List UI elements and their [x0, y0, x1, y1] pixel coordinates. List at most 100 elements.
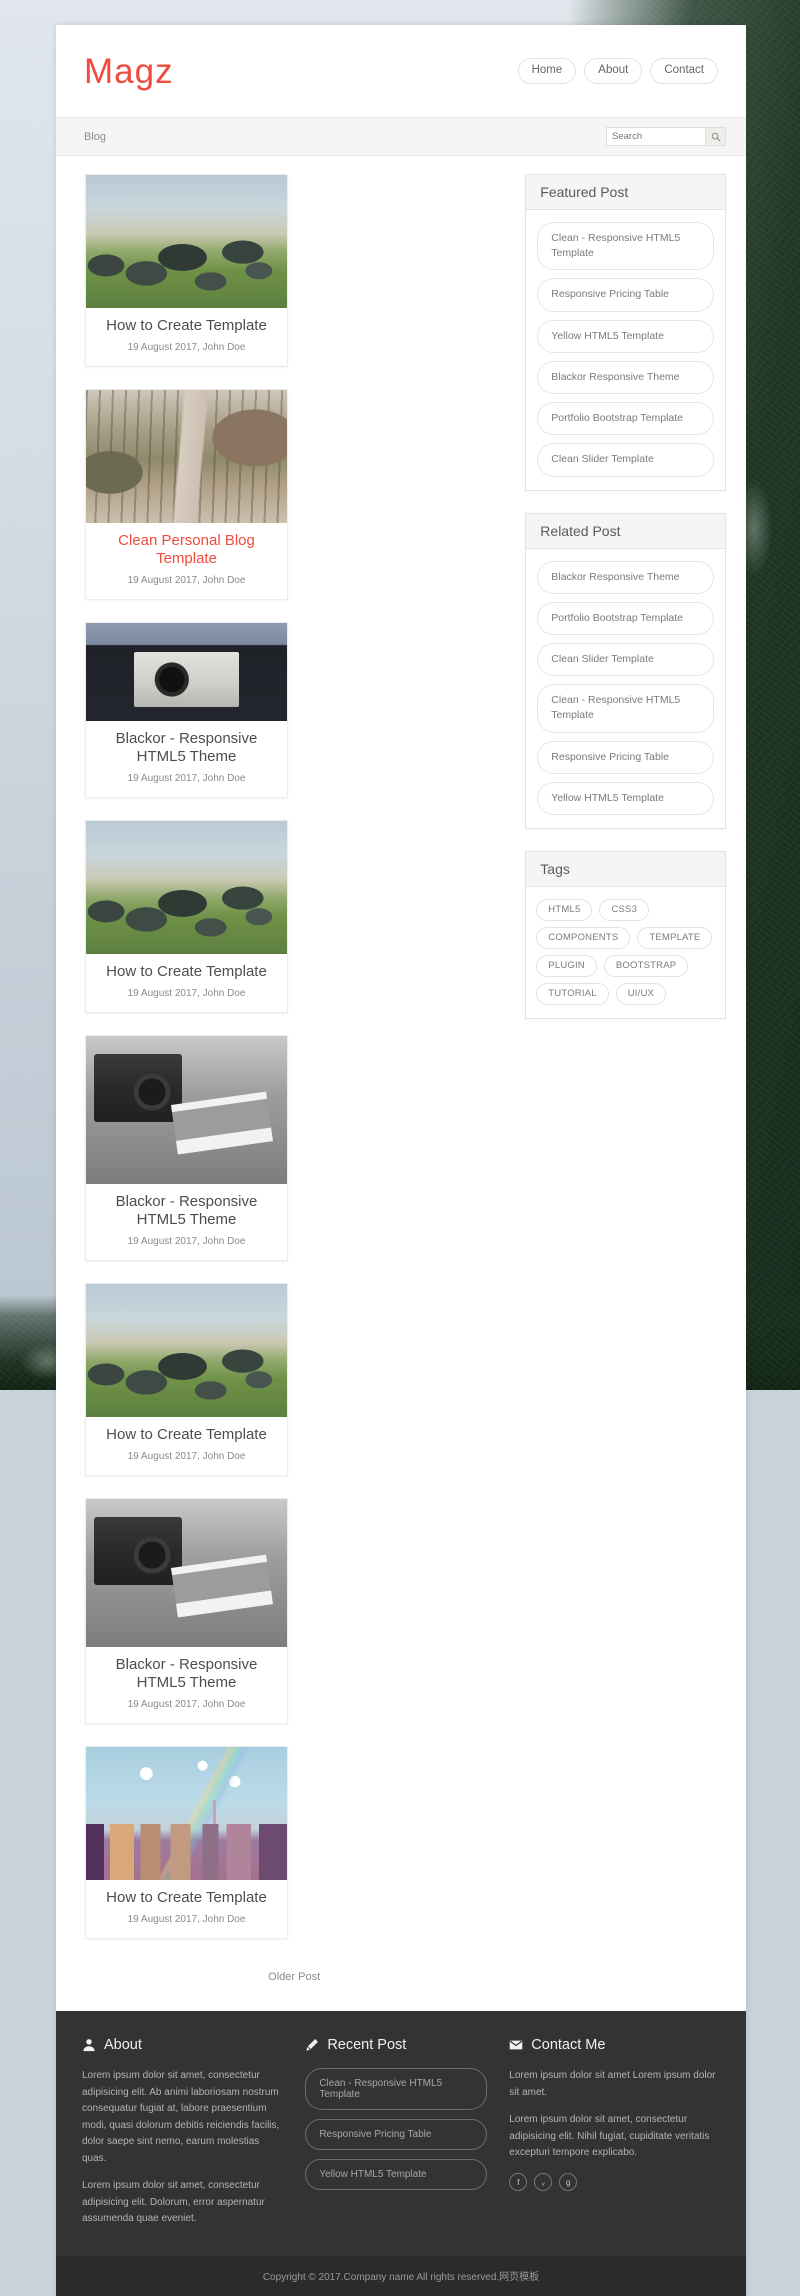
- envelope-icon: [509, 2040, 523, 2050]
- tag-item[interactable]: PLUGIN: [536, 955, 597, 978]
- widget-title: Related Post: [526, 513, 725, 549]
- main-navigation: Home About Contact: [517, 57, 718, 85]
- post-title[interactable]: How to Create Template: [94, 317, 279, 335]
- footer-column-contact: Contact Me Lorem ipsum dolor sit amet Lo…: [509, 2037, 720, 2228]
- footer-about-paragraph: Lorem ipsum dolor sit amet, consectetur …: [82, 2070, 280, 2164]
- search-form: [606, 127, 726, 146]
- twitter-icon[interactable]: ᵥ: [534, 2172, 553, 2191]
- post-grid: How to Create Template 19 August 2017, J…: [76, 174, 512, 2011]
- featured-post-item[interactable]: Yellow HTML5 Template: [537, 319, 714, 353]
- search-icon: [711, 132, 720, 141]
- post-card[interactable]: Clean Personal Blog Template 19 August 2…: [85, 389, 288, 600]
- post-card[interactable]: How to Create Template 19 August 2017, J…: [85, 1746, 288, 1939]
- tag-item[interactable]: CSS3: [599, 899, 650, 922]
- post-title[interactable]: Clean Personal Blog Template: [94, 532, 279, 568]
- featured-post-item[interactable]: Portfolio Bootstrap Template: [537, 402, 714, 436]
- footer-contact-paragraph: Lorem ipsum dolor sit amet, consectetur …: [509, 2114, 710, 2158]
- footer-column-about: About Lorem ipsum dolor sit amet, consec…: [82, 2037, 305, 2228]
- post-body: How to Create Template 19 August 2017, J…: [86, 308, 287, 366]
- related-post-item[interactable]: Responsive Pricing Table: [537, 740, 714, 774]
- post-card[interactable]: How to Create Template 19 August 2017, J…: [85, 174, 288, 367]
- post-thumbnail-bw-slr-camera[interactable]: [86, 1036, 287, 1184]
- pencil-icon: [306, 2039, 319, 2051]
- post-meta: 19 August 2017, John Doe: [127, 1236, 246, 1247]
- post-thumbnail-city-rainbow[interactable]: [86, 1747, 287, 1880]
- footer-recent-item[interactable]: Responsive Pricing Table: [305, 2119, 488, 2150]
- widget-related-post: Related Post Blackor Responsive Theme Po…: [525, 512, 726, 830]
- post-title[interactable]: Blackor - Responsive HTML5 Theme: [94, 730, 279, 766]
- tag-item[interactable]: UI/UX: [615, 983, 667, 1006]
- content-area: How to Create Template 19 August 2017, J…: [56, 156, 746, 2011]
- post-meta: 19 August 2017, John Doe: [127, 1914, 246, 1925]
- copyright-bar: Copyright © 2017.Company name All rights…: [56, 2255, 746, 2296]
- post-card[interactable]: Blackor - Responsive HTML5 Theme 19 Augu…: [85, 1498, 288, 1724]
- post-thumbnail-rocks-field[interactable]: [86, 175, 287, 308]
- related-post-item[interactable]: Portfolio Bootstrap Template: [537, 601, 714, 635]
- facebook-icon[interactable]: f: [509, 2172, 528, 2191]
- post-meta: 19 August 2017, John Doe: [127, 575, 246, 586]
- post-meta: 19 August 2017, John Doe: [127, 988, 246, 999]
- post-card[interactable]: Blackor - Responsive HTML5 Theme 19 Augu…: [85, 1035, 288, 1261]
- site-header: Magz Home About Contact: [56, 25, 746, 118]
- user-icon: [83, 2039, 95, 2052]
- post-card[interactable]: How to Create Template 19 August 2017, J…: [85, 1283, 288, 1476]
- building-spire: [212, 1800, 216, 1841]
- post-thumbnail-forest-road[interactable]: [86, 390, 287, 523]
- post-title[interactable]: How to Create Template: [94, 1889, 279, 1907]
- widget-body: Clean - Responsive HTML5 Template Respon…: [526, 210, 725, 490]
- google-plus-icon[interactable]: g: [559, 2172, 578, 2191]
- footer-about-title: About: [104, 2037, 142, 2053]
- tag-item[interactable]: TUTORIAL: [536, 983, 609, 1006]
- post-title[interactable]: Blackor - Responsive HTML5 Theme: [94, 1193, 279, 1229]
- search-input[interactable]: [606, 127, 706, 146]
- featured-post-item[interactable]: Clean Slider Template: [537, 443, 714, 477]
- page-container: Magz Home About Contact Blog H: [56, 25, 746, 2296]
- post-title[interactable]: How to Create Template: [94, 963, 279, 981]
- search-button[interactable]: [706, 127, 726, 146]
- post-card[interactable]: Blackor - Responsive HTML5 Theme 19 Augu…: [85, 622, 288, 798]
- post-thumbnail-bw-slr-camera[interactable]: [86, 1499, 287, 1647]
- post-body: Blackor - Responsive HTML5 Theme 19 Augu…: [86, 721, 287, 797]
- widget-tags: Tags HTML5 CSS3 COMPONENTS TEMPLATE PLUG…: [525, 851, 726, 1020]
- older-post-link[interactable]: Older Post: [268, 1971, 320, 1983]
- post-card[interactable]: How to Create Template 19 August 2017, J…: [85, 820, 288, 1013]
- related-post-item[interactable]: Blackor Responsive Theme: [537, 560, 714, 594]
- footer-column-recent: Recent Post Clean - Responsive HTML5 Tem…: [305, 2037, 509, 2228]
- post-title[interactable]: Blackor - Responsive HTML5 Theme: [94, 1656, 279, 1692]
- tag-item[interactable]: HTML5: [536, 899, 593, 922]
- widget-title: Featured Post: [526, 175, 725, 210]
- breadcrumb[interactable]: Blog: [84, 131, 106, 143]
- featured-post-item[interactable]: Responsive Pricing Table: [537, 278, 714, 312]
- footer-contact-title: Contact Me: [531, 2037, 606, 2053]
- post-thumbnail-rocks-field[interactable]: [86, 1284, 287, 1417]
- tag-item[interactable]: TEMPLATE: [637, 927, 713, 950]
- tag-item[interactable]: BOOTSTRAP: [603, 955, 689, 978]
- featured-post-item[interactable]: Clean - Responsive HTML5 Template: [537, 222, 714, 271]
- footer-contact-paragraph: Lorem ipsum dolor sit amet Lorem ipsum d…: [509, 2070, 716, 2098]
- related-post-item[interactable]: Clean - Responsive HTML5 Template: [537, 684, 714, 733]
- breadcrumb-search-bar: Blog: [56, 118, 746, 156]
- nav-item-contact[interactable]: Contact: [650, 57, 718, 85]
- nav-item-about[interactable]: About: [584, 57, 643, 85]
- related-post-item[interactable]: Yellow HTML5 Template: [537, 781, 714, 816]
- widget-title: Tags: [526, 852, 725, 888]
- footer-recent-heading: Recent Post: [305, 2037, 487, 2053]
- footer-recent-item[interactable]: Clean - Responsive HTML5 Template: [305, 2068, 488, 2110]
- pagination: Older Post: [76, 1961, 512, 2011]
- post-thumbnail-vintage-camera[interactable]: [86, 623, 287, 721]
- related-post-item[interactable]: Clean Slider Template: [537, 642, 714, 677]
- widget-body: Blackor Responsive Theme Portfolio Boots…: [526, 549, 725, 829]
- site-footer: About Lorem ipsum dolor sit amet, consec…: [56, 2011, 746, 2256]
- post-body: Blackor - Responsive HTML5 Theme 19 Augu…: [86, 1647, 287, 1723]
- tag-item[interactable]: COMPONENTS: [536, 927, 631, 950]
- post-thumbnail-rocks-field[interactable]: [86, 821, 287, 954]
- post-title[interactable]: How to Create Template: [94, 1426, 279, 1444]
- post-body: How to Create Template 19 August 2017, J…: [86, 954, 287, 1012]
- nav-item-home[interactable]: Home: [517, 57, 577, 85]
- post-body: How to Create Template 19 August 2017, J…: [86, 1880, 287, 1938]
- featured-post-item[interactable]: Blackor Responsive Theme: [537, 360, 714, 395]
- post-meta: 19 August 2017, John Doe: [127, 342, 246, 353]
- post-body: How to Create Template 19 August 2017, J…: [86, 1417, 287, 1475]
- footer-recent-item[interactable]: Yellow HTML5 Template: [305, 2159, 488, 2190]
- site-brand-logo[interactable]: Magz: [84, 54, 174, 89]
